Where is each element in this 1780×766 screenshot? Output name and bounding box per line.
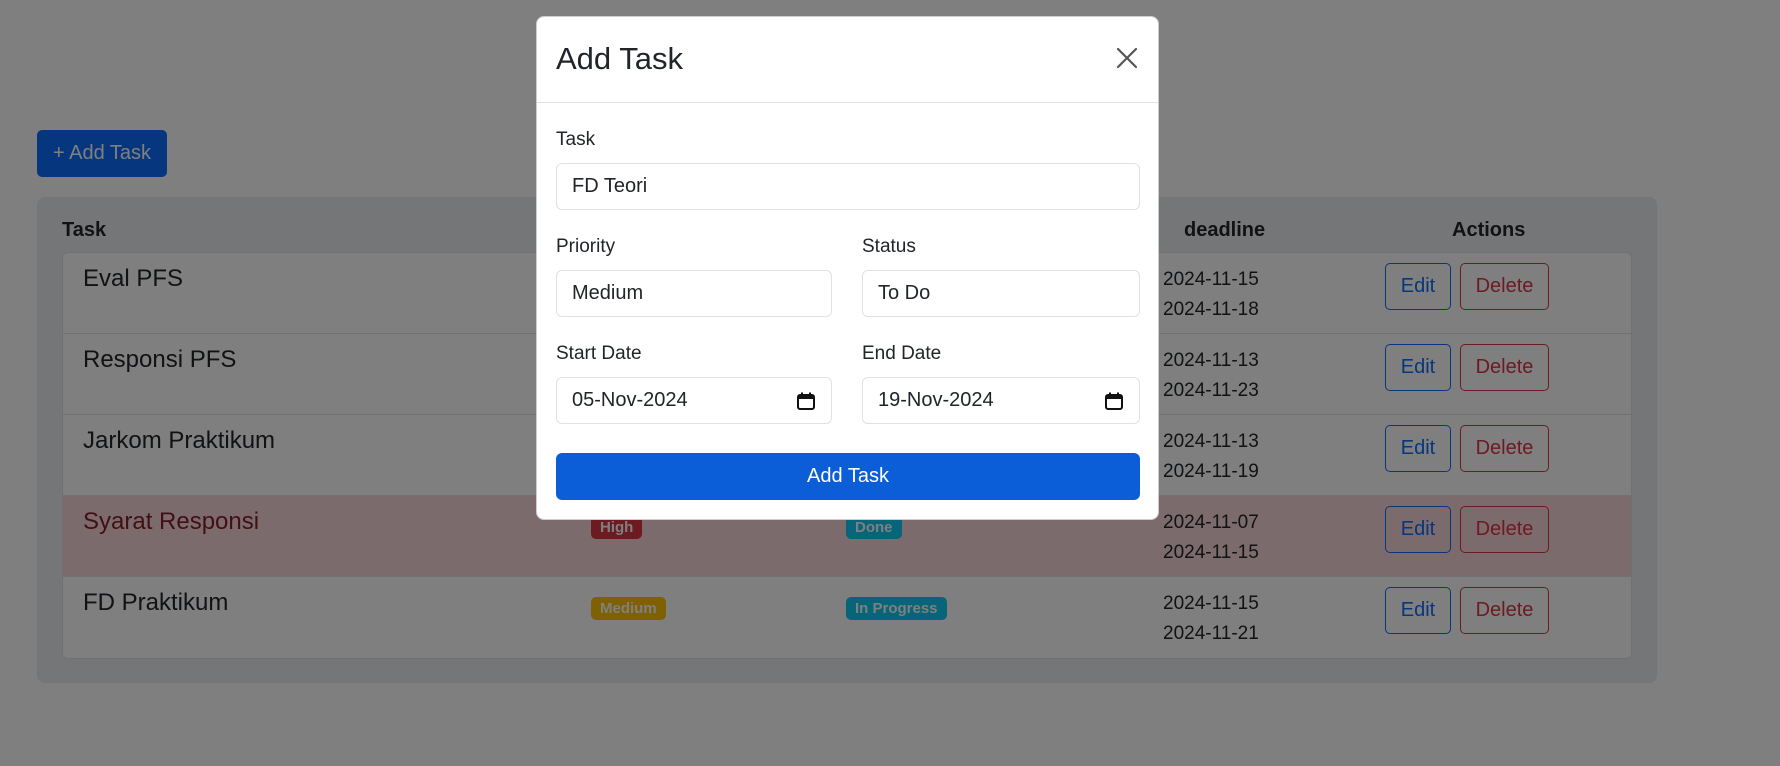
start-date-value: 05-Nov-2024 [572, 389, 688, 411]
end-date-label: End Date [862, 343, 942, 364]
task-input[interactable]: FD Teori [556, 163, 1140, 210]
add-task-modal: Add Task Task FD Teori Priority Medium S… [536, 16, 1159, 520]
start-date-label: Start Date [556, 343, 642, 364]
modal-title: Add Task [556, 41, 683, 76]
priority-input[interactable]: Medium [556, 270, 832, 317]
status-input[interactable]: To Do [862, 270, 1140, 317]
calendar-icon[interactable] [796, 391, 816, 411]
submit-add-task-button[interactable]: Add Task [556, 453, 1140, 500]
status-label: Status [862, 236, 916, 257]
close-button[interactable] [1112, 44, 1142, 74]
modal-header: Add Task [537, 17, 1158, 103]
task-label: Task [556, 129, 596, 150]
end-date-input[interactable]: 19-Nov-2024 [862, 377, 1140, 424]
priority-input-value: Medium [572, 282, 644, 304]
priority-label: Priority [556, 236, 616, 257]
status-input-value: To Do [878, 282, 931, 304]
end-date-value: 19-Nov-2024 [878, 389, 994, 411]
start-date-input[interactable]: 05-Nov-2024 [556, 377, 832, 424]
calendar-icon[interactable] [1104, 391, 1124, 411]
close-icon [1116, 47, 1138, 68]
task-input-value: FD Teori [572, 175, 648, 197]
